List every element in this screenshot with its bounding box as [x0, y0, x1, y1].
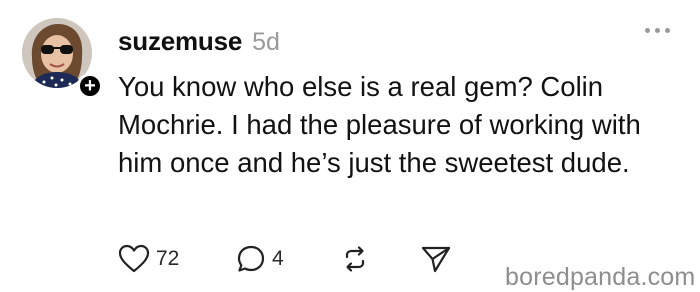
share-button[interactable] [420, 244, 452, 274]
thread-post: + suzemuse 5d You know who else is a rea… [0, 0, 700, 291]
follow-button[interactable]: + [77, 73, 103, 99]
repost-arrows-icon [345, 246, 365, 272]
reply-button[interactable]: 4 [236, 244, 284, 274]
post-text: You know who else is a real gem? Colin M… [118, 71, 641, 178]
paper-plane-icon [421, 246, 451, 273]
username[interactable]: suzemuse [118, 26, 242, 57]
watermark: boredpanda.com [505, 263, 696, 291]
reply-count: 4 [272, 247, 284, 270]
more-dot [665, 28, 670, 33]
avatar-container[interactable]: + [22, 18, 103, 99]
post-header: suzemuse 5d [118, 26, 280, 60]
more-dot [655, 28, 660, 33]
speech-bubble-icon [237, 245, 265, 272]
repost-button[interactable] [340, 244, 370, 274]
more-dots-icon[interactable] [645, 28, 670, 33]
plus-icon: + [84, 75, 96, 97]
timestamp[interactable]: 5d [252, 28, 280, 57]
like-count: 72 [156, 247, 180, 270]
more-dot [645, 28, 650, 33]
like-button[interactable]: 72 [118, 244, 179, 274]
heart-icon [118, 244, 150, 273]
